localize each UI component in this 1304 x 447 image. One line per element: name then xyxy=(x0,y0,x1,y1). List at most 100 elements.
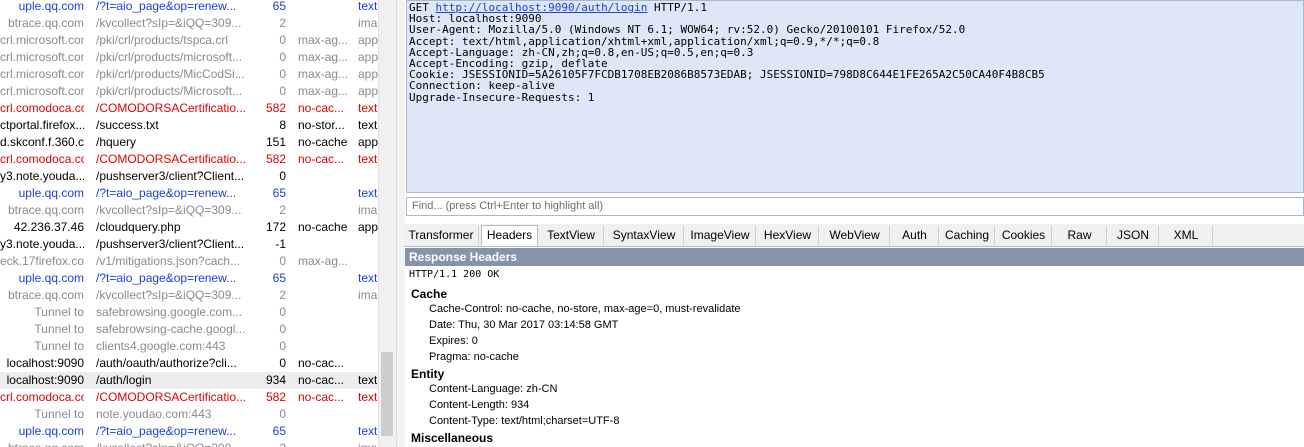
session-host: uple.qq.com xyxy=(18,0,84,13)
tab-caching[interactable]: Caching xyxy=(940,226,995,245)
session-content-type: appl xyxy=(358,84,378,98)
session-row[interactable]: btrace.qq.com/kvcollect?sIp=&iQQ=309...2… xyxy=(0,440,378,447)
tab-webview[interactable]: WebView xyxy=(820,226,890,245)
session-host: Tunnel to xyxy=(34,322,84,336)
session-row[interactable]: crl.comodoca.com/COMODORSACertificatio..… xyxy=(0,100,378,117)
session-content-type: text xyxy=(358,118,378,132)
response-header-item[interactable]: Cache-Control: no-cache, no-store, max-a… xyxy=(429,303,741,315)
tab-cookies[interactable]: Cookies xyxy=(996,226,1052,245)
session-caching: no-cac... xyxy=(298,373,345,387)
section-miscellaneous[interactable]: Miscellaneous xyxy=(411,431,493,445)
session-url: /COMODORSACertificatio... xyxy=(96,152,247,166)
session-content-type: appl xyxy=(358,33,378,47)
session-row[interactable]: uple.qq.com /?t=aio_page&op=renew... 65 tex… xyxy=(0,185,378,202)
session-url: /pki/crl/products/Microsoft... xyxy=(96,84,243,98)
session-row[interactable]: localhost:9090/auth/login 934 no-cac... tex… xyxy=(0,372,378,389)
session-caching: no-stor... xyxy=(298,118,345,132)
session-row[interactable]: crl.comodoca.com/COMODORSACertificatio..… xyxy=(0,389,378,406)
request-line: GET http://localhost:9090/auth/login HTT… xyxy=(409,1,708,14)
session-row[interactable]: btrace.qq.com/kvcollect?sIp=&iQQ=309...2… xyxy=(0,15,378,32)
session-row[interactable]: crl.microsoft.com/pki/crl/products/Micro… xyxy=(0,83,378,100)
session-url: /?t=aio_page&op=renew... xyxy=(96,0,237,13)
session-row[interactable]: localhost:9090/auth/oauth/authorize?cli.… xyxy=(0,355,378,372)
session-row[interactable]: Tunnel to clients4.google.com:443 0 xyxy=(0,338,378,355)
session-row[interactable]: btrace.qq.com/kvcollect?sIp=&iQQ=309...2… xyxy=(0,202,378,219)
session-host: Tunnel to xyxy=(34,339,84,353)
response-header-item[interactable]: Pragma: no-cache xyxy=(429,351,519,363)
session-row[interactable]: 42.236.37.46/cloudquery.php 172 no-cache ap… xyxy=(0,219,378,236)
session-caching: no-cac... xyxy=(298,390,345,404)
session-host: Tunnel to xyxy=(34,407,84,421)
tab-xml[interactable]: XML xyxy=(1160,226,1213,245)
session-body-size: 582 xyxy=(265,152,286,166)
session-row[interactable]: uple.qq.com /?t=aio_page&op=renew... 65 tex… xyxy=(0,423,378,440)
session-row[interactable]: crl.microsoft.com/pki/crl/products/micro… xyxy=(0,49,378,66)
session-host: uple.qq.com xyxy=(18,186,84,200)
response-header-item[interactable]: Content-Length: 934 xyxy=(429,399,529,411)
session-url: /cloudquery.php xyxy=(96,220,181,234)
session-host: crl.microsoft.com xyxy=(0,67,84,81)
tab-raw[interactable]: Raw xyxy=(1053,226,1107,245)
inspector-tabs: Transformer Headers TextView SyntaxView Imag… xyxy=(404,224,1304,247)
scrollbar-thumb[interactable] xyxy=(381,352,393,436)
response-header-item[interactable]: Expires: 0 xyxy=(429,335,478,347)
section-entity[interactable]: Entity xyxy=(411,367,444,381)
tab-hexview[interactable]: HexView xyxy=(757,226,819,245)
session-row[interactable]: crl.microsoft.com/pki/crl/products/MicCo… xyxy=(0,66,378,83)
tab-imageview[interactable]: ImageView xyxy=(685,226,756,245)
tab-json[interactable]: JSON xyxy=(1108,226,1159,245)
session-url: /?t=aio_page&op=renew... xyxy=(96,424,237,438)
session-url: /kvcollect?sIp=&iQQ=309... xyxy=(96,440,261,447)
tab-auth[interactable]: Auth xyxy=(891,226,939,245)
session-url: /pushserver3/client?Client... xyxy=(96,169,245,183)
session-body-size: 65 xyxy=(272,271,286,285)
session-row[interactable]: y3.note.youda... /pushserver3/client?Clie… xyxy=(0,168,378,185)
session-host: btrace.qq.com xyxy=(7,288,84,302)
tab-syntaxview[interactable]: SyntaxView xyxy=(605,226,684,245)
session-content-type: text xyxy=(358,0,378,13)
session-row[interactable]: d.skconf.f.360.cn/hquery 151 no-cache appl xyxy=(0,134,378,151)
session-content-type: appl xyxy=(358,50,378,64)
session-url: /?t=aio_page&op=renew... xyxy=(96,271,237,285)
session-url: /v1/mitigations.json?cach... xyxy=(96,254,241,268)
session-row[interactable]: uple.qq.com /?t=aio_page&op=renew... 65 tex… xyxy=(0,0,378,15)
find-input[interactable]: Find... (press Ctrl+Enter to highlight a… xyxy=(406,197,1304,216)
tab-transformer[interactable]: Transformer xyxy=(404,226,479,245)
session-content-type: text xyxy=(358,101,378,115)
response-header-item[interactable]: Content-Type: text/html;charset=UTF-8 xyxy=(429,415,619,427)
raw-request-view[interactable]: GET http://localhost:9090/auth/login HTT… xyxy=(406,0,1304,193)
session-row[interactable]: crl.microsoft.com/pki/crl/products/tspca… xyxy=(0,32,378,49)
session-row[interactable]: Tunnel to note.youdao.com:443 0 xyxy=(0,406,378,423)
session-host: localhost:9090 xyxy=(6,356,84,370)
tab-headers[interactable]: Headers xyxy=(481,225,538,246)
response-header-item[interactable]: Content-Language: zh-CN xyxy=(429,383,557,395)
request-header-line: Connection: keep-alive xyxy=(409,79,555,93)
session-row[interactable]: btrace.qq.com/kvcollect?sIp=&iQQ=309...2… xyxy=(0,287,378,304)
session-row[interactable]: eck.17firefox.com/v1/mitigations.json?ca… xyxy=(0,253,378,270)
session-url: safebrowsing-cache.googl... xyxy=(96,322,246,336)
session-content-type: appl xyxy=(358,67,378,81)
session-list-scrollbar[interactable] xyxy=(378,0,396,447)
session-row[interactable]: y3.note.youda... /pushserver3/client?Clie… xyxy=(0,236,378,253)
session-body-size: -1 xyxy=(275,237,286,251)
tab-textview[interactable]: TextView xyxy=(539,226,604,245)
session-host: y3.note.youda... xyxy=(0,169,84,183)
session-row[interactable]: ctportal.firefox... /success.txt 8 no-stor.… xyxy=(0,117,378,134)
session-host: uple.qq.com xyxy=(18,424,84,438)
session-url: /pushserver3/client?Client... xyxy=(96,237,245,251)
session-row[interactable]: crl.comodoca.com/COMODORSACertificatio..… xyxy=(0,151,378,168)
section-cache[interactable]: Cache xyxy=(411,287,447,301)
session-url: note.youdao.com:443 xyxy=(96,407,212,421)
response-header-item[interactable]: Date: Thu, 30 Mar 2017 03:14:58 GMT xyxy=(429,319,618,331)
session-row[interactable]: Tunnel to safebrowsing-cache.googl... 0 xyxy=(0,321,378,338)
session-list[interactable]: uple.qq.com /?t=aio_page&op=renew... 65 tex… xyxy=(0,0,378,447)
session-content-type: text xyxy=(358,373,378,387)
session-content-type: text xyxy=(358,424,378,438)
session-row[interactable]: uple.qq.com /?t=aio_page&op=renew... 65 tex… xyxy=(0,270,378,287)
session-content-type: appl xyxy=(358,220,378,234)
request-header-line: Upgrade-Insecure-Requests: 1 xyxy=(409,90,595,104)
session-body-size: 151 xyxy=(265,135,286,149)
session-body-size: 0 xyxy=(279,407,286,421)
session-row[interactable]: Tunnel to safebrowsing.google.com... 0 xyxy=(0,304,378,321)
session-host: uple.qq.com xyxy=(18,271,84,285)
